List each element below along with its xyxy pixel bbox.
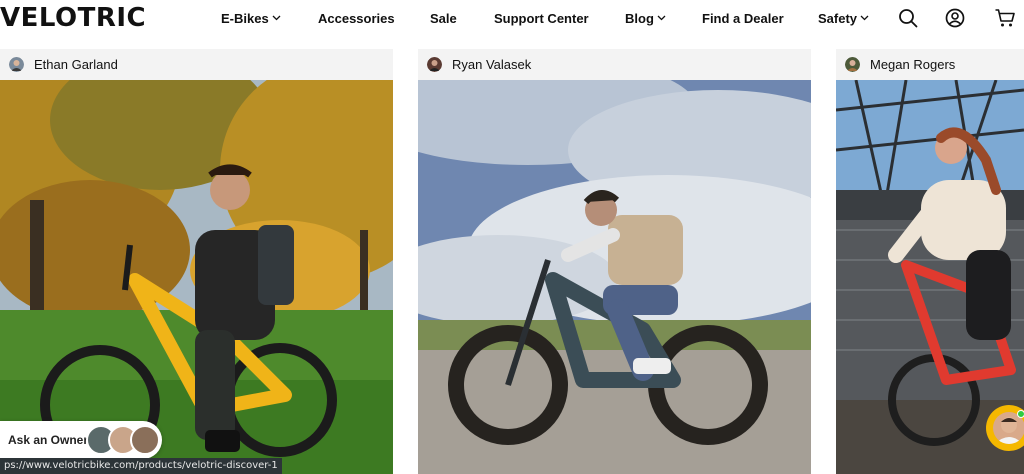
avatar xyxy=(845,57,860,72)
ask-an-owner-label: Ask an Owner xyxy=(8,433,89,447)
author-name: Ethan Garland xyxy=(34,57,118,72)
author-name: Megan Rogers xyxy=(870,57,956,72)
owner-card-ryan-valasek[interactable]: Ryan Valasek xyxy=(418,49,811,474)
nav-safety[interactable]: Safety xyxy=(818,0,869,36)
ask-an-owner-button[interactable]: Ask an Owner xyxy=(0,421,162,459)
account-icon[interactable] xyxy=(944,7,966,29)
site-header: VELOTRIC E-Bikes Accessories Sale Suppor… xyxy=(0,0,1024,38)
nav-accessories[interactable]: Accessories xyxy=(318,0,395,36)
nav-support-center-label: Support Center xyxy=(494,10,589,26)
card-header: Ryan Valasek xyxy=(418,49,811,80)
nav-safety-label: Safety xyxy=(818,10,858,26)
nav-blog[interactable]: Blog xyxy=(625,0,666,36)
owner-avatars xyxy=(86,425,160,455)
author-name: Ryan Valasek xyxy=(452,57,532,72)
chevron-down-icon xyxy=(272,15,281,21)
nav-blog-label: Blog xyxy=(625,10,654,26)
online-status-dot xyxy=(1017,410,1024,418)
owner-photo[interactable] xyxy=(418,80,811,474)
velotric-logo[interactable]: VELOTRIC xyxy=(0,3,146,33)
nav-sale[interactable]: Sale xyxy=(430,0,457,36)
card-header: Megan Rogers xyxy=(836,49,1024,80)
search-icon[interactable] xyxy=(897,7,919,29)
chevron-down-icon xyxy=(657,15,666,21)
chat-widget-button[interactable] xyxy=(986,405,1024,451)
status-bar-url: ps://www.velotricbike.com/products/velot… xyxy=(0,458,282,474)
nav-accessories-label: Accessories xyxy=(318,10,395,26)
owner-photo[interactable] xyxy=(0,80,393,474)
card-header: Ethan Garland xyxy=(0,49,393,80)
avatar xyxy=(427,57,442,72)
avatar xyxy=(9,57,24,72)
nav-ebikes[interactable]: E-Bikes xyxy=(221,0,281,36)
nav-sale-label: Sale xyxy=(430,10,457,26)
nav-find-a-dealer[interactable]: Find a Dealer xyxy=(702,0,784,36)
cart-icon[interactable] xyxy=(994,7,1016,29)
owner-card-ethan-garland[interactable]: Ethan Garland Ask an Owner xyxy=(0,49,393,474)
nav-support-center[interactable]: Support Center xyxy=(494,0,589,36)
chevron-down-icon xyxy=(860,15,869,21)
nav-ebikes-label: E-Bikes xyxy=(221,10,269,26)
nav-find-a-dealer-label: Find a Dealer xyxy=(702,10,784,26)
owner-avatar xyxy=(130,425,160,455)
